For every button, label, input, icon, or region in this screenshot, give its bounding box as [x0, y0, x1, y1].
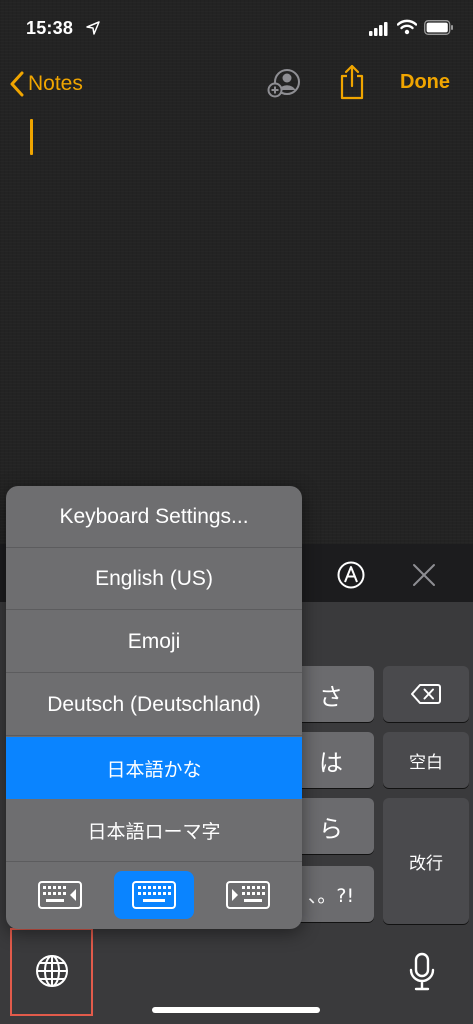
home-indicator [152, 1007, 320, 1013]
keyboard-full-icon [132, 881, 176, 909]
back-label: Notes [28, 72, 83, 95]
right-keyboard-button[interactable] [208, 871, 288, 919]
keyboard-language-menu: Keyboard Settings... English (US) Emoji … [6, 486, 302, 929]
space-key[interactable]: 空白 [383, 732, 469, 788]
location-arrow-icon [86, 21, 100, 35]
menu-item-keyboard-settings[interactable]: Keyboard Settings... [6, 486, 302, 548]
microphone-icon[interactable] [408, 952, 436, 992]
menu-item-japanese-romaji[interactable]: 日本語ローマ字 [6, 800, 302, 862]
back-button[interactable]: Notes [10, 68, 83, 100]
menu-item-emoji[interactable]: Emoji [6, 611, 302, 673]
keyboard-layout-options [6, 862, 302, 929]
globe-key-highlight[interactable] [10, 928, 93, 1016]
globe-icon [36, 955, 68, 987]
close-icon[interactable] [412, 563, 436, 587]
menu-item-deutsch[interactable]: Deutsch (Deutschland) [6, 674, 302, 736]
text-cursor [30, 119, 33, 155]
delete-key[interactable] [383, 666, 469, 722]
done-button[interactable]: Done [400, 71, 450, 94]
battery-icon [424, 20, 453, 35]
cellular-signal-icon [369, 22, 388, 36]
markup-pen-icon[interactable] [336, 560, 366, 590]
return-key[interactable]: 改行 [383, 798, 469, 924]
menu-item-english-us[interactable]: English (US) [6, 548, 302, 610]
keyboard-left-icon [38, 881, 82, 909]
share-icon[interactable] [339, 64, 365, 100]
left-keyboard-button[interactable] [20, 871, 100, 919]
menu-item-japanese-kana[interactable]: 日本語かな [6, 737, 302, 799]
status-time: 15:38 [26, 18, 74, 38]
keyboard-right-icon [226, 881, 270, 909]
wifi-icon [397, 19, 417, 35]
status-bar: 15:38 [0, 0, 473, 56]
add-people-icon[interactable] [266, 66, 302, 98]
full-keyboard-button[interactable] [114, 871, 194, 919]
chevron-left-icon [10, 71, 24, 97]
delete-backspace-icon [411, 684, 441, 704]
